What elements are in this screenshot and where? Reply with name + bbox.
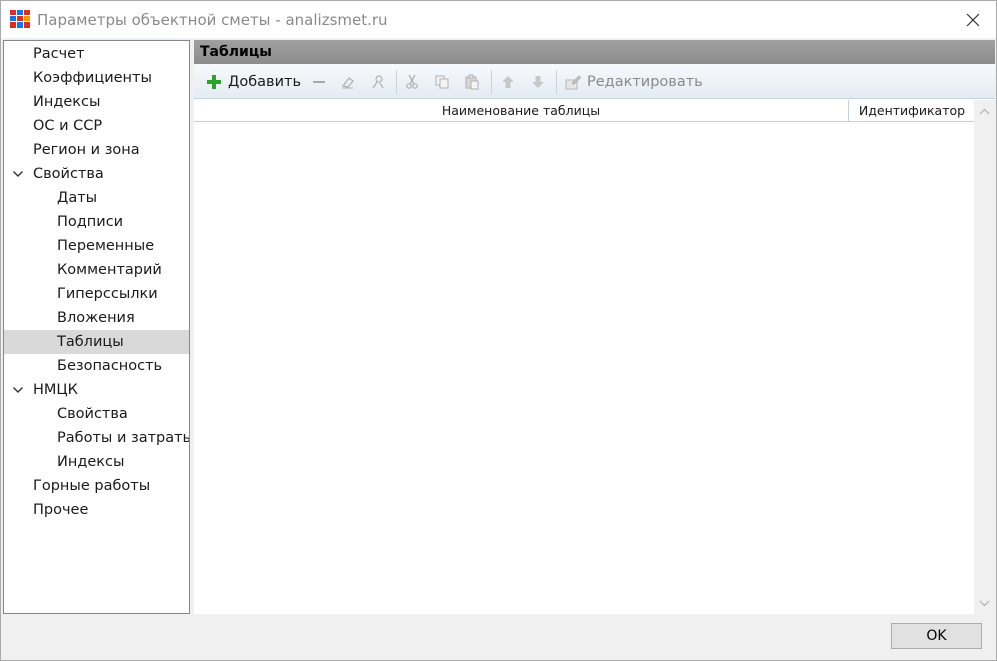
tree-item[interactable]: ОС и ССР [4, 114, 189, 138]
tree-item[interactable]: Подписи [4, 210, 189, 234]
chevron-down-icon[interactable] [12, 384, 24, 396]
tree-item[interactable]: Свойства [4, 402, 189, 426]
tree-item[interactable]: НМЦК [4, 378, 189, 402]
tree-item[interactable]: Вложения [4, 306, 189, 330]
app-icon [10, 10, 30, 28]
vertical-scrollbar[interactable] [974, 100, 995, 614]
add-button[interactable]: Добавить [206, 70, 301, 94]
tree-item-label: Комментарий [57, 262, 162, 278]
tree-item-label: Даты [57, 190, 98, 206]
cut-button[interactable] [404, 70, 420, 94]
tree-item-label: ОС и ССР [33, 118, 103, 134]
tree-item-label: Расчет [33, 46, 85, 62]
move-down-button[interactable] [530, 70, 546, 94]
move-up-button[interactable] [500, 70, 516, 94]
tree-item[interactable]: Комментарий [4, 258, 189, 282]
magic-eraser-icon [372, 75, 384, 89]
tree-item[interactable]: Безопасность [4, 354, 189, 378]
chevron-up-icon [979, 108, 990, 114]
tree-item-label: НМЦК [33, 382, 78, 398]
tree-item[interactable]: Расчет [4, 42, 189, 66]
scissors-icon [406, 74, 418, 89]
panel-header: Таблицы [194, 40, 995, 64]
scroll-down-button[interactable] [974, 592, 995, 614]
tree-item[interactable]: Регион и зона [4, 138, 189, 162]
tree-item[interactable]: Прочее [4, 498, 189, 522]
tree-item-label: Свойства [57, 406, 128, 422]
copy-button[interactable] [434, 70, 450, 94]
close-button[interactable] [950, 1, 996, 38]
paste-icon [465, 74, 479, 90]
tree-item-label: Прочее [33, 502, 89, 518]
edit-button[interactable]: Редактировать [565, 70, 703, 94]
arrow-up-icon [502, 76, 514, 88]
tree-item[interactable]: Работы и затраты [4, 426, 189, 450]
tree-item[interactable]: Индексы [4, 450, 189, 474]
clear-button[interactable] [340, 70, 356, 94]
chevron-down-icon [979, 600, 990, 606]
tree-item[interactable]: Гиперссылки [4, 282, 189, 306]
title-bar: Параметры объектной сметы - analizsmet.r… [1, 1, 996, 38]
tree-item[interactable]: Коэффициенты [4, 66, 189, 90]
toolbar: Добавить Редактировать [194, 64, 995, 99]
tree-item[interactable]: Индексы [4, 90, 189, 114]
add-label: Добавить [228, 74, 301, 90]
tree-item-label: Регион и зона [33, 142, 140, 158]
arrow-down-icon [532, 76, 544, 88]
column-header-identifier[interactable]: Идентификатор [850, 100, 974, 122]
plus-icon [207, 75, 221, 89]
minus-icon [313, 81, 325, 83]
tree-item-label: Работы и затраты [57, 430, 190, 446]
tables-panel: Таблицы Добавить Редактировать Наименова… [194, 40, 995, 614]
tree-item-label: Безопасность [57, 358, 163, 374]
grid-header: Наименование таблицы Идентификатор [194, 100, 974, 122]
close-icon [966, 13, 980, 26]
tree-item[interactable]: Свойства [4, 162, 189, 186]
toolbar-separator [396, 70, 397, 94]
toolbar-separator [556, 70, 557, 94]
tree-item-label: Горные работы [33, 478, 151, 494]
tree-item-label: Коэффициенты [33, 70, 152, 86]
edit-icon [565, 75, 581, 90]
clear-all-button[interactable] [370, 70, 386, 94]
tree-item[interactable]: Таблицы [4, 330, 189, 354]
navigation-tree[interactable]: Расчет Коэффициенты Индексы ОС и ССР Регион … [3, 40, 190, 614]
tree-item[interactable]: Горные работы [4, 474, 189, 498]
remove-button[interactable] [311, 70, 327, 94]
tree-item-label: Индексы [57, 454, 125, 470]
copy-icon [435, 75, 449, 89]
toolbar-separator [491, 70, 492, 94]
dialog-window: Параметры объектной сметы - analizsmet.r… [0, 0, 997, 661]
scroll-up-button[interactable] [974, 100, 995, 122]
tree-item-label: Подписи [57, 214, 124, 230]
tree-item-label: Таблицы [57, 334, 124, 350]
window-title: Параметры объектной сметы - analizsmet.r… [37, 11, 388, 29]
edit-label: Редактировать [587, 74, 703, 90]
tree-item[interactable]: Переменные [4, 234, 189, 258]
column-header-name[interactable]: Наименование таблицы [194, 100, 849, 122]
tree-item-label: Вложения [57, 310, 135, 326]
ok-button[interactable]: OK [891, 623, 982, 649]
tree-item-label: Гиперссылки [57, 286, 158, 302]
chevron-down-icon[interactable] [12, 168, 24, 180]
tree-item-label: Переменные [57, 238, 155, 254]
paste-button[interactable] [464, 70, 480, 94]
tree-item[interactable]: Даты [4, 186, 189, 210]
eraser-icon [341, 77, 354, 89]
panel-title: Таблицы [200, 44, 272, 60]
tree-item-label: Индексы [33, 94, 101, 110]
tree-item-label: Свойства [33, 166, 104, 182]
